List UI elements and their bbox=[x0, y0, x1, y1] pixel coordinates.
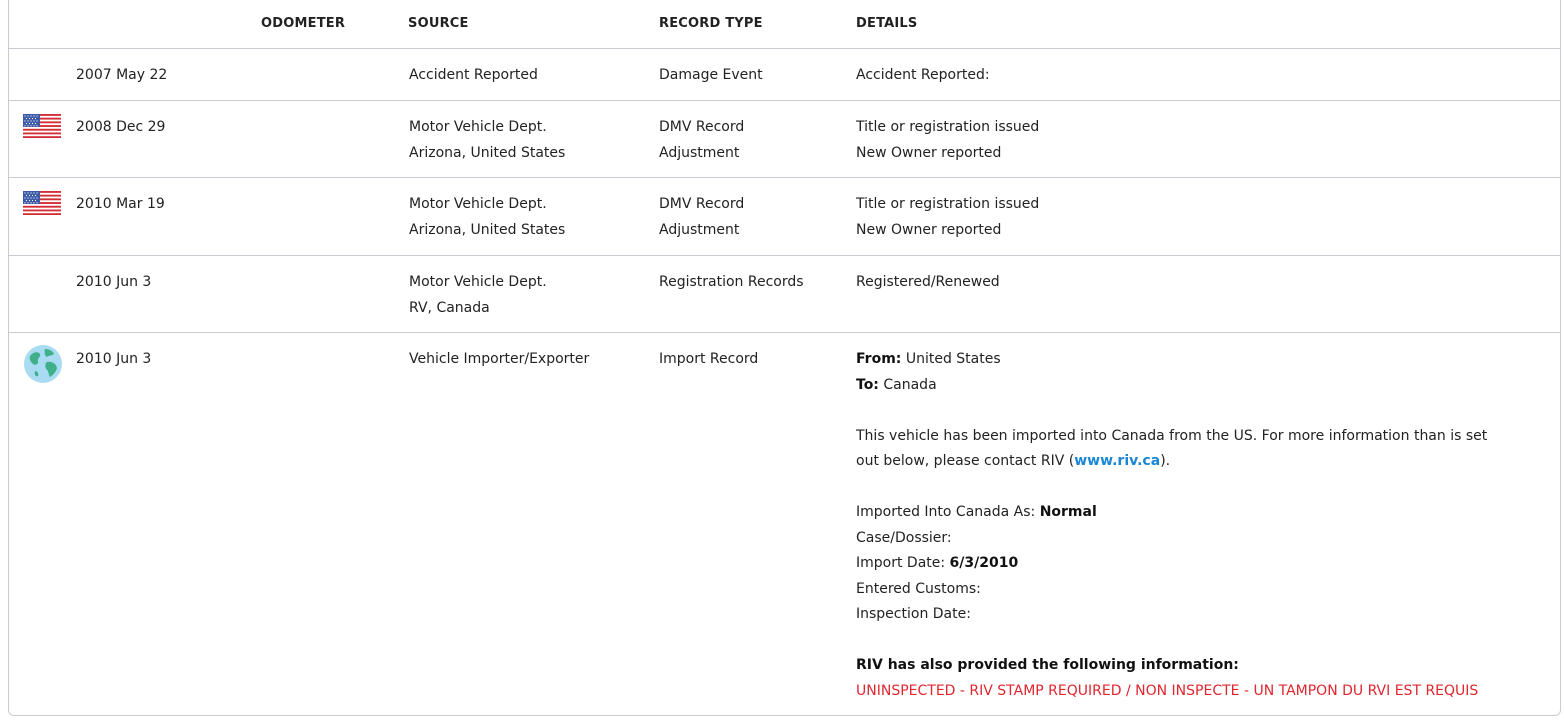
case-dossier-label: Case/Dossier: bbox=[856, 529, 952, 546]
riv-warning-text: UNINSPECTED - RIV STAMP REQUIRED / NON I… bbox=[856, 682, 1479, 699]
riv-info-heading: RIV has also provided the following info… bbox=[856, 657, 1239, 673]
row-date: 2007 May 22 bbox=[76, 67, 168, 83]
row-source: Accident Reported bbox=[409, 67, 538, 83]
row-details: Title or registration issued New Owner r… bbox=[856, 119, 1040, 161]
from-line: From: United States bbox=[856, 347, 1487, 373]
row-date: 2010 Mar 19 bbox=[76, 196, 165, 212]
table-row: 2010 Jun 3 Vehicle Importer/Exporter Imp… bbox=[8, 333, 1561, 716]
row-record-type: Import Record bbox=[659, 351, 759, 367]
table-row: 2010 Jun 3 Motor Vehicle Dept. RV, Canad… bbox=[8, 256, 1561, 333]
row-source: Vehicle Importer/Exporter bbox=[409, 351, 590, 367]
from-label: From: bbox=[856, 351, 902, 367]
header-odometer: ODOMETER bbox=[261, 16, 346, 31]
imported-as-line: Imported Into Canada As: Normal bbox=[856, 504, 1097, 520]
imported-as-value: Normal bbox=[1039, 504, 1097, 520]
row-source: Motor Vehicle Dept. RV, Canada bbox=[409, 274, 547, 316]
row-source: Motor Vehicle Dept. Arizona, United Stat… bbox=[409, 196, 566, 238]
table-row: 2010 Mar 19 Motor Vehicle Dept. Arizona,… bbox=[8, 178, 1561, 256]
inspection-date-label: Inspection Date: bbox=[856, 606, 971, 622]
row-date: 2010 Jun 3 bbox=[76, 274, 152, 290]
import-details: From: United States To: Canada This vehi… bbox=[856, 347, 1487, 704]
header-record-type: RECORD TYPE bbox=[659, 16, 763, 31]
table-row: 2007 May 22 Accident Reported Damage Eve… bbox=[8, 49, 1561, 101]
table-header-row: ODOMETER SOURCE RECORD TYPE DETAILS bbox=[8, 0, 1561, 49]
header-details: DETAILS bbox=[856, 16, 918, 31]
to-line: To: Canada bbox=[856, 373, 1487, 399]
globe-icon bbox=[23, 344, 63, 384]
import-date-line: Import Date: 6/3/2010 bbox=[856, 555, 1019, 571]
row-details: Title or registration issued New Owner r… bbox=[856, 196, 1040, 238]
from-value: United States bbox=[905, 351, 1001, 367]
row-record-type: Damage Event bbox=[659, 67, 763, 83]
header-source: SOURCE bbox=[408, 16, 469, 31]
to-value: Canada bbox=[883, 376, 937, 393]
row-record-type: Registration Records bbox=[659, 274, 804, 290]
us-flag-icon bbox=[23, 114, 61, 138]
table-row: 2008 Dec 29 Motor Vehicle Dept. Arizona,… bbox=[8, 101, 1561, 178]
row-details: Registered/Renewed bbox=[856, 274, 1000, 290]
import-paragraph-line1: This vehicle has been imported into Cana… bbox=[856, 427, 1488, 444]
import-paragraph-line2: out below, please contact RIV (www.riv.c… bbox=[856, 453, 1171, 469]
row-date: 2010 Jun 3 bbox=[76, 351, 152, 367]
row-record-type: DMV Record Adjustment bbox=[659, 196, 745, 238]
import-date-value: 6/3/2010 bbox=[949, 555, 1019, 571]
riv-website-link[interactable]: www.riv.ca bbox=[1074, 453, 1160, 469]
entered-customs-label: Entered Customs: bbox=[856, 580, 981, 597]
us-flag-icon bbox=[23, 191, 61, 215]
row-date: 2008 Dec 29 bbox=[76, 119, 166, 135]
to-label: To: bbox=[856, 376, 879, 393]
row-record-type: DMV Record Adjustment bbox=[659, 119, 745, 161]
row-details: Accident Reported: bbox=[856, 67, 990, 83]
row-source: Motor Vehicle Dept. Arizona, United Stat… bbox=[409, 119, 566, 161]
